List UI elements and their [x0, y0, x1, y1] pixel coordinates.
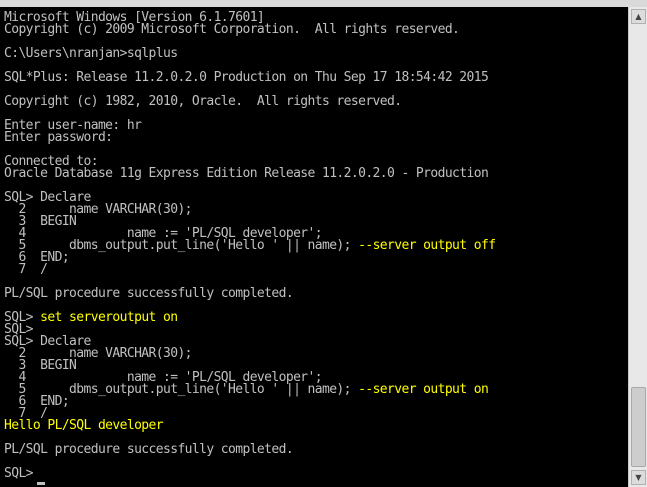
console-line-text: SQL*Plus: Release 11.2.0.2.0 Production … [4, 70, 489, 85]
console-line: Copyright (c) 2009 Microsoft Corporation… [4, 22, 495, 37]
console-line: Copyright (c) 1982, 2010, Oracle. All ri… [4, 94, 495, 109]
command-prompt-console[interactable]: Microsoft Windows [Version 6.1.7601] Copy… [0, 7, 628, 487]
scroll-thumb[interactable] [631, 387, 646, 467]
console-line-text: Copyright (c) 1982, 2010, Oracle. All ri… [4, 94, 402, 109]
scroll-up-arrow-icon[interactable]: ▲ [631, 9, 646, 24]
console-line: 5 dbms_output.put_line('Hello ' || name)… [4, 382, 495, 397]
console-line: Enter password: [4, 130, 495, 145]
console-line: SQL> set serveroutput on [4, 310, 495, 325]
console-line: 6 END; [4, 251, 495, 264]
console-line: PL/SQL procedure successfully completed. [4, 286, 495, 301]
console-line-highlight: --server output on [358, 382, 489, 397]
console-line-text: PL/SQL procedure successfully completed. [4, 286, 294, 301]
console-line: Hello PL/SQL developer [4, 418, 495, 433]
console-line-highlight: --server output off [358, 238, 496, 253]
console-line: Oracle Database 11g Express Edition Rele… [4, 166, 495, 181]
console-line-text: Oracle Database 11g Express Edition Rele… [4, 166, 489, 181]
console-line-highlight: Hello PL/SQL developer [4, 418, 164, 433]
console-output: Microsoft Windows [Version 6.1.7601] Copy… [4, 11, 496, 481]
console-line-text: 7 / [4, 262, 48, 277]
console-line: 5 dbms_output.put_line('Hello ' || name)… [4, 238, 496, 253]
console-line: C:\Users\nranjan>sqlplus [4, 46, 495, 61]
console-line: PL/SQL procedure successfully completed. [4, 442, 495, 457]
console-line-text: Copyright (c) 2009 Microsoft Corporation… [4, 22, 460, 37]
console-line-text: C:\Users\nranjan>sqlplus [4, 46, 178, 61]
console-line: 2 name VARCHAR(30); [4, 203, 495, 216]
console-line-highlight: set serveroutput on [40, 310, 178, 325]
scroll-down-arrow-icon[interactable]: ▼ [631, 470, 646, 485]
console-line: 6 END; [4, 395, 495, 408]
console-line-text: Enter password: [4, 130, 113, 145]
console-line: 2 name VARCHAR(30); [4, 347, 495, 360]
console-line: 7 / [4, 262, 495, 277]
console-line-text: PL/SQL procedure successfully completed. [4, 442, 294, 457]
console-line: SQL> [4, 466, 495, 481]
vertical-scrollbar[interactable]: ▲ ▼ [628, 7, 647, 487]
console-line-text: SQL> [4, 466, 34, 481]
console-line: SQL*Plus: Release 11.2.0.2.0 Production … [4, 70, 495, 85]
text-cursor [37, 482, 45, 485]
